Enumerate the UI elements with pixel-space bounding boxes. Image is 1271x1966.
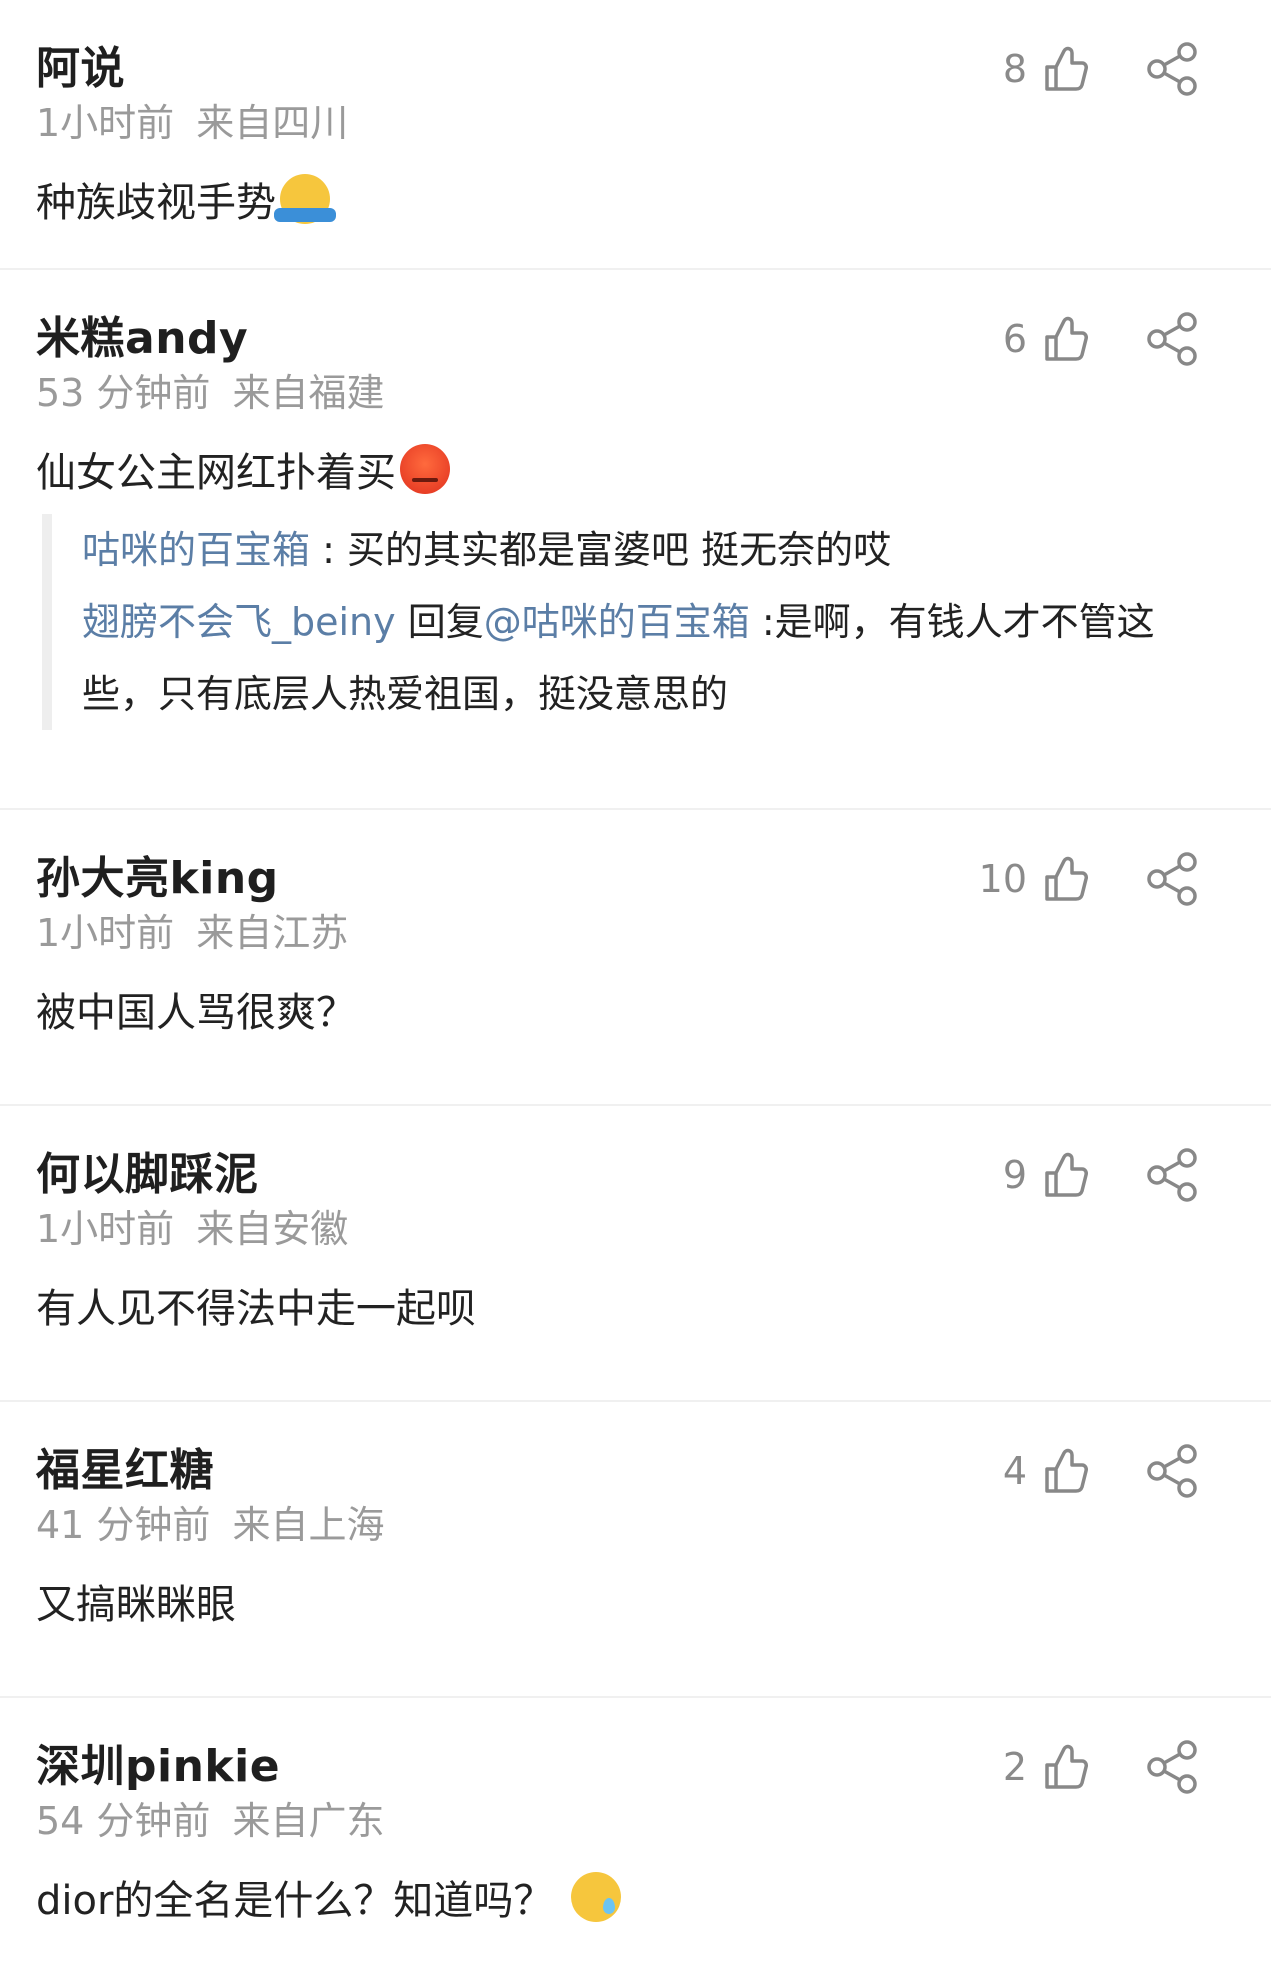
thumbs-up-icon[interactable] <box>1039 313 1091 365</box>
thumbs-up-icon[interactable] <box>1039 1741 1091 1793</box>
comment-text: 仙女公主网红扑着买 <box>36 440 450 498</box>
comment-body: 被中国人骂很爽？ <box>36 990 356 1036</box>
comment-item: 米糕andy 53 分钟前 来自福建 仙女公主网红扑着买 6 咕咪的百宝箱 : 买… <box>0 270 1271 810</box>
comment-username[interactable]: 何以脚踩泥 <box>36 1138 259 1202</box>
comment-meta: 1小时前 来自安徽 <box>36 1198 348 1253</box>
thumbs-up-icon[interactable] <box>1039 43 1091 95</box>
reply-verb: 回复 <box>395 600 484 644</box>
comment-text: 有人见不得法中走一起呗 <box>36 1276 476 1334</box>
comment-location: 来自广东 <box>232 1799 385 1843</box>
share-icon[interactable] <box>1143 40 1201 98</box>
comment-time: 1小时前 <box>36 1207 175 1251</box>
thumbs-up-icon[interactable] <box>1039 1445 1091 1497</box>
comment-body: 仙女公主网红扑着买 <box>36 450 396 496</box>
comment-body: dior的全名是什么？知道吗？ <box>36 1878 554 1924</box>
like-count: 4 <box>1002 1449 1027 1493</box>
comment-body: 又搞眯眯眼 <box>36 1582 236 1628</box>
comment-meta: 1小时前 来自江苏 <box>36 902 348 957</box>
comment-text: 被中国人骂很爽？ <box>36 980 356 1038</box>
comment-actions: 6 <box>987 310 1201 368</box>
shrug-emoji-icon <box>274 174 336 224</box>
comment-item: 福星红糖 41 分钟前 来自上海 又搞眯眯眼 4 <box>0 1402 1271 1698</box>
like-count: 6 <box>1002 317 1027 361</box>
comment-username[interactable]: 孙大亮king <box>36 842 279 906</box>
comment-time: 41 分钟前 <box>36 1503 211 1547</box>
comment-location: 来自四川 <box>196 101 349 145</box>
comment-text: dior的全名是什么？知道吗？ <box>36 1868 622 1926</box>
comment-meta: 53 分钟前 来自福建 <box>36 362 384 417</box>
reply-author[interactable]: 咕咪的百宝箱 <box>82 528 310 572</box>
comment-actions: 4 <box>987 1442 1201 1500</box>
comment-location: 来自安徽 <box>196 1207 349 1251</box>
comment-item: 阿说 1小时前 来自四川 种族歧视手势 8 <box>0 0 1271 270</box>
comment-meta: 41 分钟前 来自上海 <box>36 1494 384 1549</box>
comment-meta: 54 分钟前 来自广东 <box>36 1790 384 1845</box>
comment-time: 54 分钟前 <box>36 1799 211 1843</box>
reply-text: :是啊，有钱人才不管这 <box>749 600 1155 644</box>
like-count: 8 <box>1002 47 1027 91</box>
comment-item: 何以脚踩泥 1小时前 来自安徽 有人见不得法中走一起呗 9 <box>0 1106 1271 1402</box>
comment-time: 53 分钟前 <box>36 371 211 415</box>
comment-time: 1小时前 <box>36 101 175 145</box>
thumbs-up-icon[interactable] <box>1039 1149 1091 1201</box>
reply-text-continued: 些，只有底层人热爱祖国，挺没意思的 <box>82 672 729 716</box>
sweat-emoji-icon <box>571 1872 622 1922</box>
reply-item: 翅膀不会飞_beiny 回复@咕咪的百宝箱 :是啊，有钱人才不管这 <box>82 586 1211 658</box>
share-icon[interactable] <box>1143 850 1201 908</box>
reply-item: 咕咪的百宝箱 : 买的其实都是富婆吧 挺无奈的哎 <box>82 514 1211 586</box>
comment-actions: 2 <box>987 1738 1201 1796</box>
comment-location: 来自福建 <box>232 371 385 415</box>
comment-meta: 1小时前 来自四川 <box>36 92 348 147</box>
comment-feed: 阿说 1小时前 来自四川 种族歧视手势 8 米糕andy 53 分钟前 来自福建 仙… <box>0 0 1271 1966</box>
like-count: 10 <box>978 857 1027 901</box>
share-icon[interactable] <box>1143 1146 1201 1204</box>
comment-text: 种族歧视手势 <box>36 170 336 228</box>
thumbs-up-icon[interactable] <box>1039 853 1091 905</box>
reply-text: 买的其实都是富婆吧 挺无奈的哎 <box>346 528 892 572</box>
comment-username[interactable]: 深圳pinkie <box>36 1730 280 1794</box>
comment-actions: 10 <box>979 850 1201 908</box>
comment-username[interactable]: 阿说 <box>36 32 125 96</box>
comment-username[interactable]: 福星红糖 <box>36 1434 214 1498</box>
reply-mention[interactable]: @咕咪的百宝箱 <box>484 600 750 644</box>
reply-thread[interactable]: 咕咪的百宝箱 : 买的其实都是富婆吧 挺无奈的哎 翅膀不会飞_beiny 回复@… <box>42 514 1211 730</box>
reply-separator: : <box>310 528 347 572</box>
comment-body: 有人见不得法中走一起呗 <box>36 1286 476 1332</box>
angry-emoji-icon <box>400 444 450 494</box>
comment-location: 来自上海 <box>232 1503 385 1547</box>
comment-text: 又搞眯眯眼 <box>36 1572 236 1630</box>
comment-time: 1小时前 <box>36 911 175 955</box>
comment-item: 孙大亮king 1小时前 来自江苏 被中国人骂很爽？ 10 <box>0 810 1271 1106</box>
comment-actions: 8 <box>987 40 1201 98</box>
reply-author[interactable]: 翅膀不会飞_beiny <box>82 600 396 644</box>
comment-item: 深圳pinkie 54 分钟前 来自广东 dior的全名是什么？知道吗？ 2 <box>0 1698 1271 1966</box>
share-icon[interactable] <box>1143 1738 1201 1796</box>
comment-body: 种族歧视手势 <box>36 180 276 226</box>
like-count: 9 <box>1002 1153 1027 1197</box>
comment-location: 来自江苏 <box>196 911 349 955</box>
share-icon[interactable] <box>1143 1442 1201 1500</box>
share-icon[interactable] <box>1143 310 1201 368</box>
like-count: 2 <box>1002 1745 1027 1789</box>
comment-actions: 9 <box>987 1146 1201 1204</box>
comment-username[interactable]: 米糕andy <box>36 302 248 366</box>
